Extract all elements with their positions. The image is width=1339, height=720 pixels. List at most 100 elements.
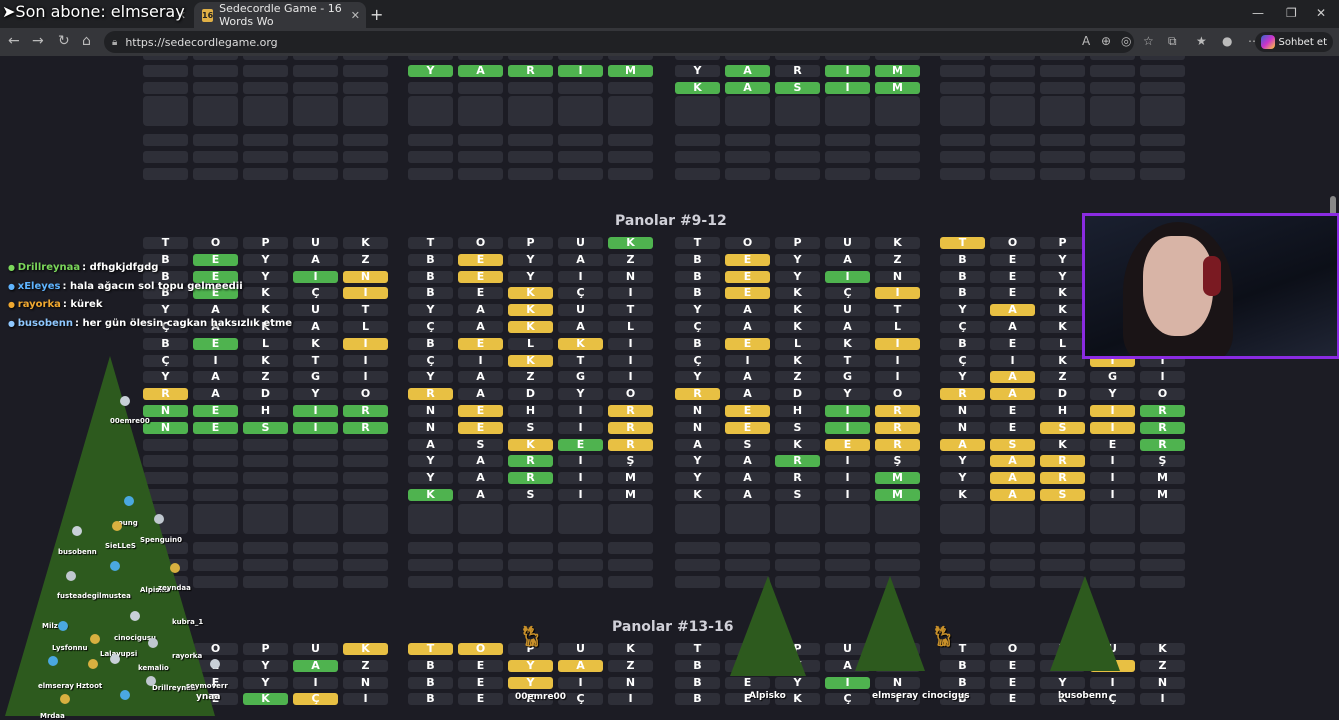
tile xyxy=(875,56,920,60)
tile xyxy=(1040,167,1085,180)
tile xyxy=(508,81,553,94)
empty-guess-slot xyxy=(558,96,603,126)
tile xyxy=(1140,542,1185,554)
tile: Ç xyxy=(293,287,338,300)
favorites-icon[interactable]: ★ xyxy=(1196,34,1207,48)
tile: I xyxy=(990,354,1035,367)
tile: A xyxy=(558,321,603,333)
tile: E xyxy=(1090,438,1135,451)
copilot-label: Sohbet et xyxy=(1278,36,1327,48)
ornament-ball-icon xyxy=(210,659,220,669)
tile: A xyxy=(458,455,503,468)
tile: Ç xyxy=(940,321,985,333)
tile: H xyxy=(243,405,288,417)
extensions-icon[interactable]: ⧉ xyxy=(1168,34,1177,49)
tile: E xyxy=(725,253,770,266)
close-icon[interactable]: ✕ xyxy=(351,9,360,22)
tile xyxy=(725,167,770,180)
copilot-button[interactable]: Sohbet et xyxy=(1254,32,1333,52)
tile: I xyxy=(825,455,870,468)
tile: K xyxy=(940,489,985,501)
tree-ornament-label: Spenguin0 xyxy=(140,536,183,544)
reindeer-icon: 🦌︎ xyxy=(930,624,956,648)
tile: B xyxy=(940,287,985,300)
tile xyxy=(990,558,1035,571)
tile: I xyxy=(825,421,870,434)
tile: K xyxy=(675,489,720,501)
tile: A xyxy=(293,321,338,333)
viewer-name-label: Alpisko xyxy=(749,691,786,701)
tile xyxy=(1140,134,1185,146)
tile: I xyxy=(825,65,870,77)
tile: I xyxy=(558,455,603,468)
tile: R xyxy=(608,438,653,451)
reader-icon[interactable]: ◎ xyxy=(1121,34,1131,48)
tile: S xyxy=(508,489,553,501)
tile: O xyxy=(1140,388,1185,401)
empty-guess-slot xyxy=(675,96,720,126)
profile-avatar-icon[interactable]: ● xyxy=(1222,34,1232,48)
tile: S xyxy=(990,438,1035,451)
window-close-icon[interactable]: ✕ xyxy=(1316,6,1326,20)
tile xyxy=(508,56,553,60)
empty-guess-slot xyxy=(875,504,920,534)
zoom-icon[interactable]: ⊕ xyxy=(1101,34,1111,48)
tile: B xyxy=(408,693,453,706)
tile: Y xyxy=(1040,676,1085,689)
empty-guess-slot xyxy=(775,504,820,534)
forward-arrow-icon[interactable]: → xyxy=(32,33,44,49)
url-field[interactable]: 🔒︎ https://sedecordlegame.org xyxy=(104,31,1134,53)
viewer-name-label: cinocigus xyxy=(922,691,970,701)
tile xyxy=(408,167,453,180)
tile xyxy=(458,56,503,60)
tile: A xyxy=(825,253,870,266)
favorite-star-icon[interactable]: ☆ xyxy=(1143,34,1154,48)
tile xyxy=(343,167,388,180)
tile xyxy=(243,455,288,468)
badge-icon: ● xyxy=(8,263,18,272)
scrollbar[interactable] xyxy=(1327,56,1339,720)
tile: I xyxy=(1140,693,1185,706)
tile xyxy=(1090,64,1135,77)
tile: S xyxy=(508,421,553,434)
tile: A xyxy=(193,304,238,317)
tile: R xyxy=(875,421,920,434)
tile: I xyxy=(293,270,338,283)
tile xyxy=(508,575,553,588)
tile: E xyxy=(458,676,503,689)
tile: A xyxy=(725,65,770,77)
tile: B xyxy=(408,337,453,350)
home-icon[interactable]: ⌂ xyxy=(82,33,91,49)
back-arrow-icon[interactable]: ← xyxy=(8,33,20,49)
reindeer-icon: 🦌︎ xyxy=(518,624,544,648)
tile: U xyxy=(293,237,338,249)
tile: A xyxy=(558,253,603,266)
translate-icon[interactable]: A xyxy=(1082,34,1090,48)
ornament-ball-icon xyxy=(146,676,156,686)
tile: A xyxy=(990,304,1035,317)
tile: S xyxy=(725,438,770,451)
tile: Y xyxy=(243,253,288,266)
new-tab-icon[interactable]: + xyxy=(370,5,383,24)
refresh-icon[interactable]: ↻ xyxy=(58,33,70,49)
tile xyxy=(990,167,1035,180)
tile xyxy=(408,134,453,146)
tile xyxy=(558,542,603,554)
tile xyxy=(1140,167,1185,180)
restore-icon[interactable]: ❐ xyxy=(1286,6,1297,20)
tile xyxy=(293,56,338,60)
tile: Y xyxy=(1090,388,1135,401)
tile: O xyxy=(458,643,503,655)
tile: M xyxy=(875,489,920,501)
tab-sedecordle[interactable]: 16 Sedecordle Game - 16 Words Wo ✕ xyxy=(194,2,366,28)
small-tree-icon xyxy=(1050,576,1120,671)
minimize-icon[interactable]: — xyxy=(1252,6,1264,20)
empty-guess-slot xyxy=(508,96,553,126)
tile: I xyxy=(825,81,870,94)
tab-bar: ✕ 16 Sedecordle Game - 16 Words Wo ✕ + —… xyxy=(0,0,1339,28)
tile xyxy=(608,81,653,94)
tile: Ç xyxy=(940,354,985,367)
tile: Ç xyxy=(825,287,870,300)
tile xyxy=(408,542,453,554)
tile xyxy=(608,542,653,554)
